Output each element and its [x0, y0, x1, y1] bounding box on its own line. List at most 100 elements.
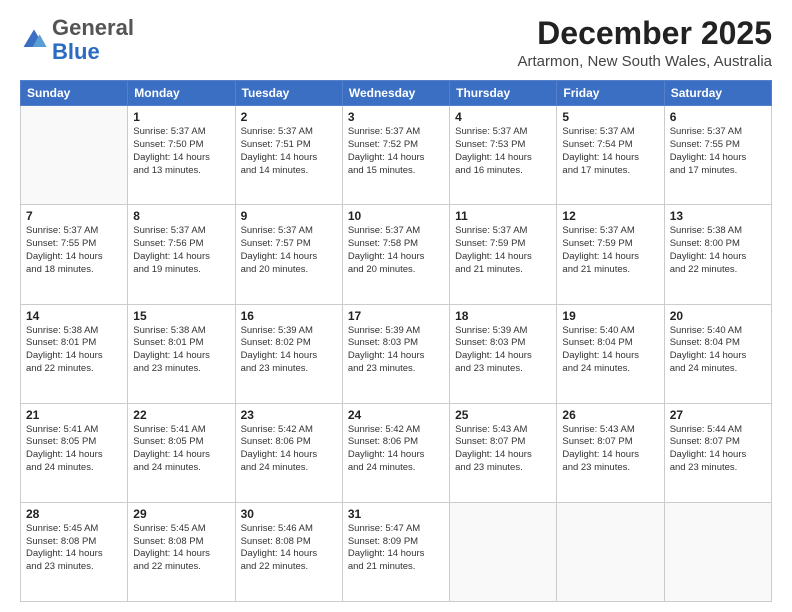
calendar-header-friday: Friday — [557, 81, 664, 106]
calendar-cell: 4 Sunrise: 5:37 AM Sunset: 7:53 PM Daylig… — [450, 106, 557, 205]
logo-blue: Blue — [52, 39, 100, 64]
day-number: 25 — [455, 408, 551, 422]
calendar-week-row: 14Sunrise: 5:38 AM Sunset: 8:01 PM Dayli… — [21, 304, 772, 403]
calendar-cell: 10Sunrise: 5:37 AM Sunset: 7:58 PM Dayli… — [342, 205, 449, 304]
day-info: Sunrise: 5:39 AM Sunset: 8:03 PM Dayligh… — [455, 325, 551, 376]
day-info: Sunrise: 5:38 AM Sunset: 8:01 PM Dayligh… — [133, 325, 229, 376]
calendar-cell: 29 Sunrise: 5:45 AM Sunset: 8:08 PM Dayli… — [128, 502, 235, 601]
day-info: Sunrise: 5:45 AM Sunset: 8:08 PM Dayligh… — [26, 523, 122, 574]
calendar-cell: 16 Sunrise: 5:39 AM Sunset: 8:02 PM Dayli… — [235, 304, 342, 403]
calendar-cell: 27 Sunrise: 5:44 AM Sunset: 8:07 PM Dayli… — [664, 403, 771, 502]
day-info: Sunrise: 5:37 AM Sunset: 7:59 PM Dayligh… — [455, 225, 551, 276]
calendar-cell — [450, 502, 557, 601]
day-number: 4 — [455, 110, 551, 124]
calendar-cell — [21, 106, 128, 205]
day-info: Sunrise: 5:37 AM Sunset: 7:58 PM Dayligh… — [348, 225, 444, 276]
calendar-header-saturday: Saturday — [664, 81, 771, 106]
calendar-cell: 23 Sunrise: 5:42 AM Sunset: 8:06 PM Dayli… — [235, 403, 342, 502]
calendar-cell: 24Sunrise: 5:42 AM Sunset: 8:06 PM Dayli… — [342, 403, 449, 502]
day-number: 27 — [670, 408, 766, 422]
calendar-cell: 15 Sunrise: 5:38 AM Sunset: 8:01 PM Dayli… — [128, 304, 235, 403]
calendar-week-row: 7 Sunrise: 5:37 AM Sunset: 7:55 PM Daylig… — [21, 205, 772, 304]
day-info: Sunrise: 5:40 AM Sunset: 8:04 PM Dayligh… — [670, 325, 766, 376]
calendar-cell — [557, 502, 664, 601]
calendar-cell: 28 Sunrise: 5:45 AM Sunset: 8:08 PM Dayli… — [21, 502, 128, 601]
calendar-cell: 13 Sunrise: 5:38 AM Sunset: 8:00 PM Dayli… — [664, 205, 771, 304]
day-info: Sunrise: 5:37 AM Sunset: 7:56 PM Dayligh… — [133, 225, 229, 276]
day-number: 12 — [562, 209, 658, 223]
calendar-header-wednesday: Wednesday — [342, 81, 449, 106]
calendar-cell: 14Sunrise: 5:38 AM Sunset: 8:01 PM Dayli… — [21, 304, 128, 403]
calendar-week-row: 1Sunrise: 5:37 AM Sunset: 7:50 PM Daylig… — [21, 106, 772, 205]
day-info: Sunrise: 5:41 AM Sunset: 8:05 PM Dayligh… — [133, 424, 229, 475]
day-info: Sunrise: 5:38 AM Sunset: 8:00 PM Dayligh… — [670, 225, 766, 276]
day-info: Sunrise: 5:46 AM Sunset: 8:08 PM Dayligh… — [241, 523, 337, 574]
day-number: 19 — [562, 309, 658, 323]
day-number: 5 — [562, 110, 658, 124]
day-info: Sunrise: 5:39 AM Sunset: 8:03 PM Dayligh… — [348, 325, 444, 376]
day-number: 29 — [133, 507, 229, 521]
day-info: Sunrise: 5:37 AM Sunset: 7:52 PM Dayligh… — [348, 126, 444, 177]
day-info: Sunrise: 5:37 AM Sunset: 7:59 PM Dayligh… — [562, 225, 658, 276]
day-number: 22 — [133, 408, 229, 422]
day-number: 31 — [348, 507, 444, 521]
day-number: 6 — [670, 110, 766, 124]
day-info: Sunrise: 5:37 AM Sunset: 7:55 PM Dayligh… — [670, 126, 766, 177]
calendar-cell: 8 Sunrise: 5:37 AM Sunset: 7:56 PM Daylig… — [128, 205, 235, 304]
day-number: 11 — [455, 209, 551, 223]
calendar-cell: 12 Sunrise: 5:37 AM Sunset: 7:59 PM Dayli… — [557, 205, 664, 304]
day-number: 13 — [670, 209, 766, 223]
calendar-cell: 2Sunrise: 5:37 AM Sunset: 7:51 PM Daylig… — [235, 106, 342, 205]
calendar-cell: 22 Sunrise: 5:41 AM Sunset: 8:05 PM Dayli… — [128, 403, 235, 502]
calendar-cell: 30 Sunrise: 5:46 AM Sunset: 8:08 PM Dayli… — [235, 502, 342, 601]
calendar-cell: 20 Sunrise: 5:40 AM Sunset: 8:04 PM Dayli… — [664, 304, 771, 403]
day-number: 2 — [241, 110, 337, 124]
day-number: 30 — [241, 507, 337, 521]
calendar-header-tuesday: Tuesday — [235, 81, 342, 106]
day-info: Sunrise: 5:43 AM Sunset: 8:07 PM Dayligh… — [455, 424, 551, 475]
day-number: 21 — [26, 408, 122, 422]
calendar-cell: 3 Sunrise: 5:37 AM Sunset: 7:52 PM Daylig… — [342, 106, 449, 205]
calendar-cell: 9 Sunrise: 5:37 AM Sunset: 7:57 PM Daylig… — [235, 205, 342, 304]
logo-icon — [20, 26, 48, 54]
day-number: 16 — [241, 309, 337, 323]
day-info: Sunrise: 5:41 AM Sunset: 8:05 PM Dayligh… — [26, 424, 122, 475]
day-info: Sunrise: 5:44 AM Sunset: 8:07 PM Dayligh… — [670, 424, 766, 475]
calendar-week-row: 21 Sunrise: 5:41 AM Sunset: 8:05 PM Dayli… — [21, 403, 772, 502]
day-number: 23 — [241, 408, 337, 422]
day-info: Sunrise: 5:47 AM Sunset: 8:09 PM Dayligh… — [348, 523, 444, 574]
calendar-cell: 5 Sunrise: 5:37 AM Sunset: 7:54 PM Daylig… — [557, 106, 664, 205]
header: General Blue December 2025 Artarmon, New… — [20, 16, 772, 70]
day-number: 3 — [348, 110, 444, 124]
calendar-header-monday: Monday — [128, 81, 235, 106]
day-info: Sunrise: 5:37 AM Sunset: 7:55 PM Dayligh… — [26, 225, 122, 276]
day-number: 28 — [26, 507, 122, 521]
page: General Blue December 2025 Artarmon, New… — [0, 0, 792, 612]
day-info: Sunrise: 5:42 AM Sunset: 8:06 PM Dayligh… — [241, 424, 337, 475]
day-number: 20 — [670, 309, 766, 323]
day-info: Sunrise: 5:37 AM Sunset: 7:53 PM Dayligh… — [455, 126, 551, 177]
calendar-header-sunday: Sunday — [21, 81, 128, 106]
title-block: December 2025 Artarmon, New South Wales,… — [517, 16, 772, 70]
day-number: 15 — [133, 309, 229, 323]
calendar-cell: 31 Sunrise: 5:47 AM Sunset: 8:09 PM Dayli… — [342, 502, 449, 601]
day-info: Sunrise: 5:45 AM Sunset: 8:08 PM Dayligh… — [133, 523, 229, 574]
day-number: 8 — [133, 209, 229, 223]
calendar-cell: 6 Sunrise: 5:37 AM Sunset: 7:55 PM Daylig… — [664, 106, 771, 205]
day-info: Sunrise: 5:42 AM Sunset: 8:06 PM Dayligh… — [348, 424, 444, 475]
day-info: Sunrise: 5:39 AM Sunset: 8:02 PM Dayligh… — [241, 325, 337, 376]
day-number: 7 — [26, 209, 122, 223]
logo-general: General — [52, 15, 134, 40]
calendar-header-row: SundayMondayTuesdayWednesdayThursdayFrid… — [21, 81, 772, 106]
day-number: 26 — [562, 408, 658, 422]
calendar-cell: 19Sunrise: 5:40 AM Sunset: 8:04 PM Dayli… — [557, 304, 664, 403]
day-info: Sunrise: 5:37 AM Sunset: 7:54 PM Dayligh… — [562, 126, 658, 177]
calendar-cell — [664, 502, 771, 601]
calendar-cell: 7 Sunrise: 5:37 AM Sunset: 7:55 PM Daylig… — [21, 205, 128, 304]
calendar-cell: 25 Sunrise: 5:43 AM Sunset: 8:07 PM Dayli… — [450, 403, 557, 502]
calendar-cell: 1Sunrise: 5:37 AM Sunset: 7:50 PM Daylig… — [128, 106, 235, 205]
logo: General Blue — [20, 16, 134, 64]
day-info: Sunrise: 5:37 AM Sunset: 7:57 PM Dayligh… — [241, 225, 337, 276]
day-number: 9 — [241, 209, 337, 223]
calendar-cell: 17Sunrise: 5:39 AM Sunset: 8:03 PM Dayli… — [342, 304, 449, 403]
